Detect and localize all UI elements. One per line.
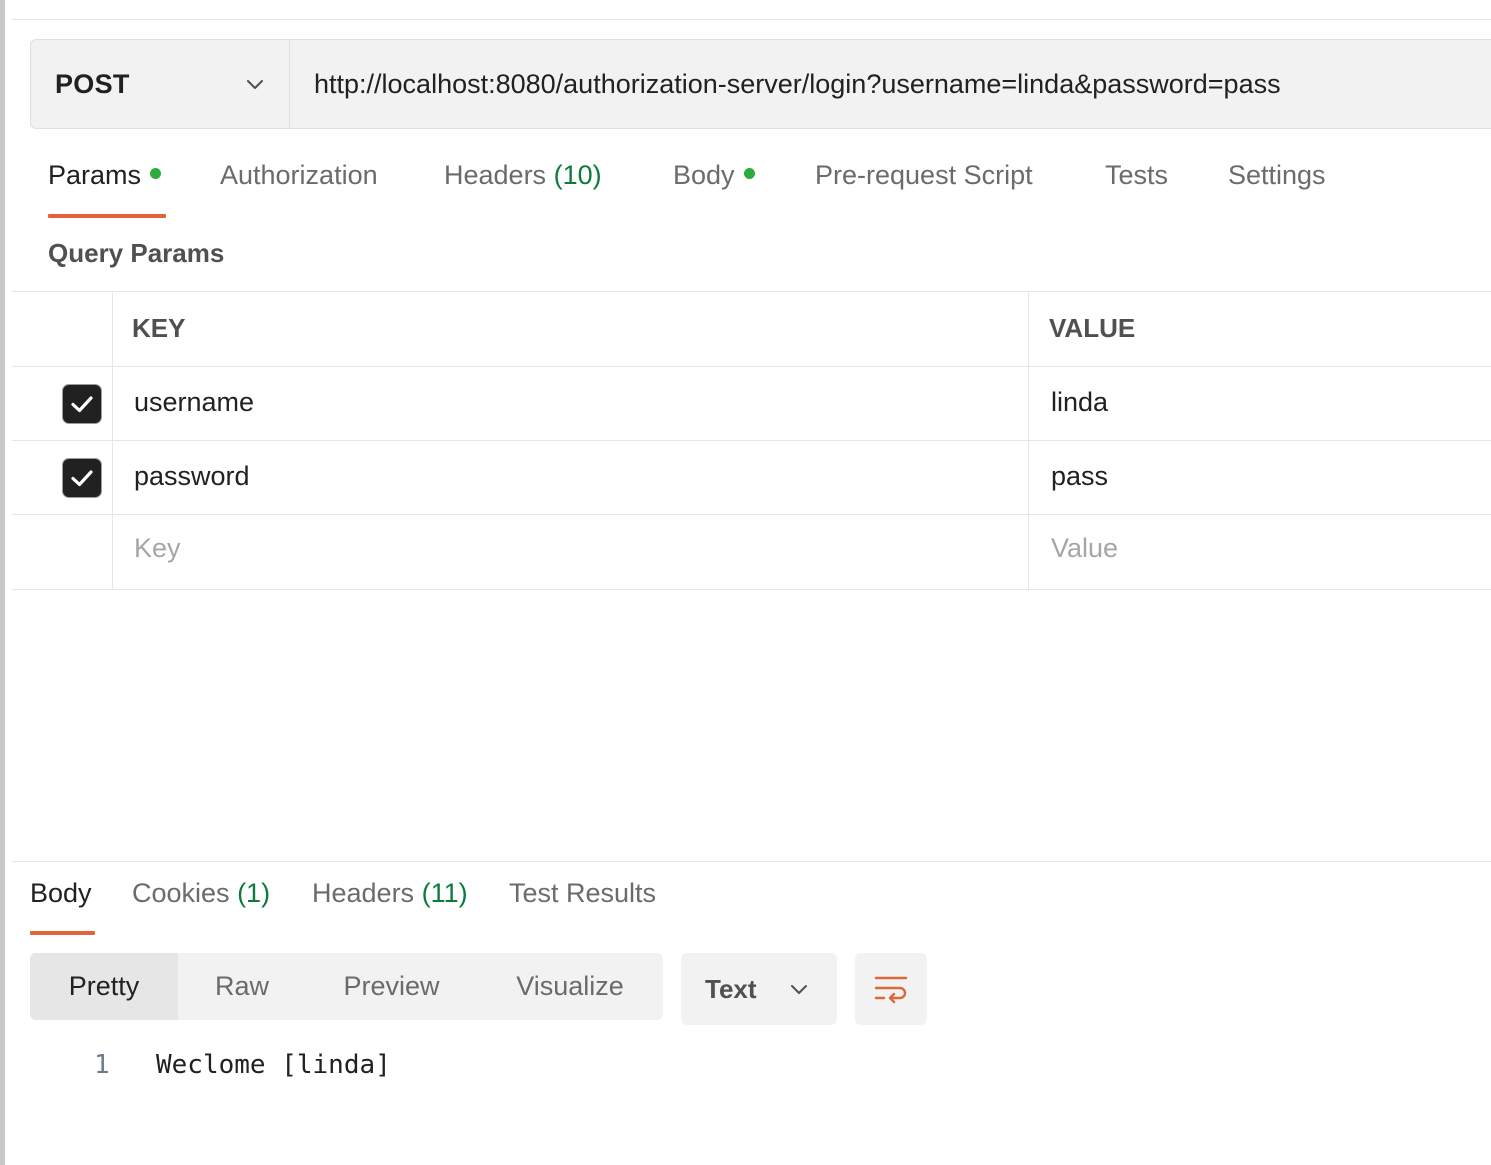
- response-tab-test-results-label: Test Results: [509, 878, 657, 908]
- format-select[interactable]: Text: [681, 953, 837, 1025]
- response-tab-headers-label: Headers: [312, 878, 415, 908]
- table-column-divider: [1028, 291, 1029, 589]
- tab-settings-label: Settings: [1228, 160, 1326, 190]
- response-tab-test-results[interactable]: Test Results: [509, 878, 656, 938]
- view-preview-button[interactable]: Preview: [306, 953, 477, 1020]
- response-tab-body-label: Body: [30, 878, 92, 908]
- response-tab-cookies-count: (1): [237, 878, 271, 908]
- view-mode-group: Pretty Raw Preview Visualize: [30, 953, 663, 1020]
- response-tab-body[interactable]: Body: [30, 878, 92, 938]
- tab-tests[interactable]: Tests: [1105, 160, 1168, 220]
- new-key-input[interactable]: Key: [134, 533, 181, 564]
- new-value-input[interactable]: Value: [1051, 533, 1118, 564]
- chevron-down-icon: [247, 80, 263, 89]
- param-checkbox-username[interactable]: [63, 385, 101, 423]
- format-label: Text: [705, 973, 757, 1004]
- method-select[interactable]: POST: [31, 40, 290, 128]
- checkmark-icon: [71, 396, 93, 413]
- active-response-tab-underline: [30, 931, 95, 935]
- param-key-cell[interactable]: password: [134, 461, 250, 492]
- response-body-text: Weclome [linda]: [156, 1050, 391, 1080]
- tab-settings[interactable]: Settings: [1228, 160, 1326, 220]
- tab-headers[interactable]: Headers (10): [444, 160, 602, 220]
- chevron-down-icon: [791, 985, 807, 994]
- param-value-cell[interactable]: pass: [1051, 461, 1108, 492]
- tab-body[interactable]: Body: [673, 160, 755, 220]
- value-column-header: VALUE: [1049, 313, 1136, 343]
- window-left-edge: [0, 0, 5, 1165]
- top-divider: [12, 19, 1491, 20]
- method-label: POST: [55, 68, 130, 99]
- key-column-header: KEY: [132, 313, 186, 343]
- tab-authorization[interactable]: Authorization: [220, 160, 378, 220]
- tab-pre-request-script-label: Pre-request Script: [815, 160, 1033, 190]
- query-params-title: Query Params: [48, 238, 225, 268]
- tab-headers-label: Headers: [444, 160, 547, 190]
- line-number: 1: [94, 1050, 110, 1080]
- wrap-lines-icon: [874, 976, 908, 1004]
- response-tab-headers[interactable]: Headers (11): [312, 878, 468, 938]
- table-border: [12, 514, 1491, 515]
- request-bar: POST: [30, 39, 1491, 129]
- tab-params-label: Params: [48, 160, 142, 190]
- table-border: [12, 589, 1491, 590]
- tab-pre-request-script[interactable]: Pre-request Script: [815, 160, 1033, 220]
- view-raw-button[interactable]: Raw: [178, 953, 306, 1020]
- checkmark-icon: [71, 470, 93, 487]
- table-column-divider: [112, 291, 113, 589]
- tab-params[interactable]: Params: [48, 160, 162, 220]
- params-indicator-dot: [150, 168, 162, 180]
- table-border: [12, 366, 1491, 367]
- tab-tests-label: Tests: [1105, 160, 1169, 190]
- response-tab-cookies-label: Cookies: [132, 878, 230, 908]
- tab-headers-count: (10): [553, 160, 602, 190]
- url-input[interactable]: [290, 40, 1491, 128]
- response-tab-headers-count: (11): [421, 878, 468, 908]
- tab-body-label: Body: [673, 160, 735, 190]
- active-tab-underline: [48, 214, 166, 218]
- view-pretty-button[interactable]: Pretty: [30, 953, 178, 1020]
- param-value-cell[interactable]: linda: [1051, 387, 1108, 418]
- param-key-cell[interactable]: username: [134, 387, 254, 418]
- body-indicator-dot: [743, 168, 755, 180]
- param-checkbox-password[interactable]: [63, 459, 101, 497]
- table-border: [12, 291, 1491, 292]
- wrap-lines-button[interactable]: [855, 953, 927, 1025]
- view-visualize-button[interactable]: Visualize: [477, 953, 663, 1020]
- tab-authorization-label: Authorization: [220, 160, 378, 190]
- response-tab-cookies[interactable]: Cookies (1): [132, 878, 270, 938]
- table-border: [12, 440, 1491, 441]
- response-divider[interactable]: [12, 861, 1491, 862]
